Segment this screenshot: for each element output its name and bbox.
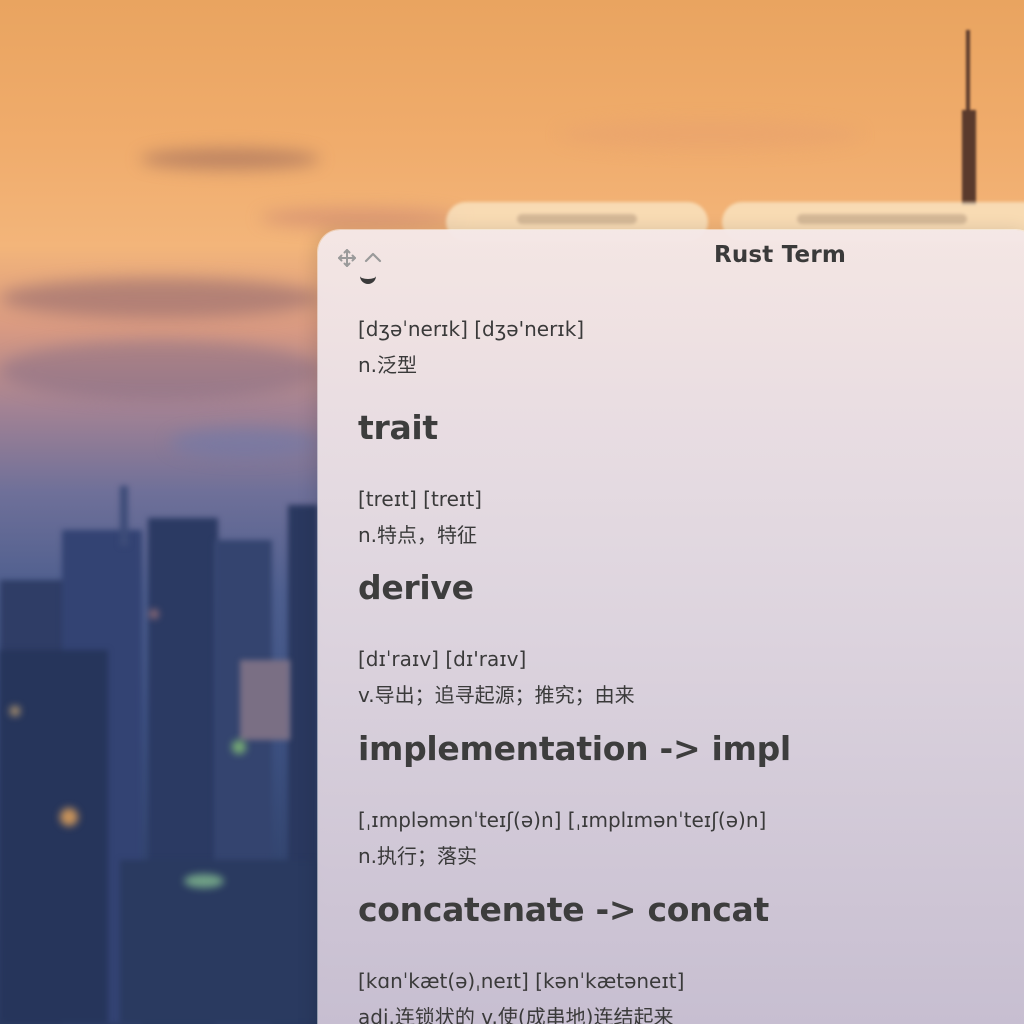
entry-phonetic: [dʒəˈnerɪk] [dʒə'nerɪk] [358,317,585,341]
entry-word: derive [358,568,474,607]
dictionary-entry: trait [treɪt] [treɪt] n.特点，特征 [358,408,1024,548]
wallpaper-building [240,660,290,740]
dictionary-content[interactable]: [dʒəˈnerɪk] [dʒə'nerɪk] n.泛型 trait [treɪ… [358,230,1024,1024]
wallpaper-cloud [260,208,460,228]
wallpaper-cloud [0,340,320,400]
wallpaper-cloud [170,428,320,458]
dictionary-entry: implementation -> impl [ˌɪmpləmənˈteɪʃ(ə… [358,729,1024,869]
wallpaper-light [60,808,78,826]
entry-phonetic: [kɑnˈkæt(ə)ˌneɪt] [kənˈkætəneɪt] [358,969,685,993]
wallpaper-light [184,874,224,888]
entry-meaning: n.执行；落实 [358,844,478,868]
entry-word: concatenate -> concat [358,890,769,929]
wallpaper-cloud [0,278,320,318]
entry-phonetic: [treɪt] [treɪt] [358,487,482,511]
partial-word-heading [358,274,384,288]
wallpaper-tower [962,110,976,205]
wallpaper-light [150,610,158,618]
entry-meaning: adj.连锁状的 v.使(成串地)连结起来 [358,1005,674,1024]
wallpaper-cloud [560,120,860,150]
desktop-wallpaper: Rust Term [dʒəˈnerɪk] [dʒə'nerɪk] n.泛型 t… [0,0,1024,1024]
entry-phonetic: [ˌɪmpləmənˈteɪʃ(ə)n] [ˌɪmplɪmənˈteɪʃ(ə)n… [358,808,767,832]
entry-word: trait [358,408,438,447]
entry-word: implementation -> impl [358,729,791,768]
dictionary-entry: concatenate -> concat [kɑnˈkæt(ə)ˌneɪt] … [358,890,1024,1024]
entry-phonetic: [dɪˈraɪv] [dɪ'raɪv] [358,647,527,671]
entry-meaning: v.导出；追寻起源；推究；由来 [358,683,635,707]
wallpaper-light [10,706,20,716]
wallpaper-faded-text [680,0,880,8]
rust-term-window[interactable]: Rust Term [dʒəˈnerɪk] [dʒə'nerɪk] n.泛型 t… [318,230,1024,1024]
dictionary-entry: [dʒəˈnerɪk] [dʒə'nerɪk] n.泛型 [358,316,1024,378]
entry-meaning: n.泛型 [358,353,418,377]
wallpaper-cloud [140,148,320,170]
entry-meaning: n.特点，特征 [358,523,478,547]
wallpaper-tower [966,30,970,120]
wallpaper-building [120,486,128,546]
dictionary-entry: derive [dɪˈraɪv] [dɪ'raɪv] v.导出；追寻起源；推究；… [358,568,1024,708]
wallpaper-light [232,740,246,754]
